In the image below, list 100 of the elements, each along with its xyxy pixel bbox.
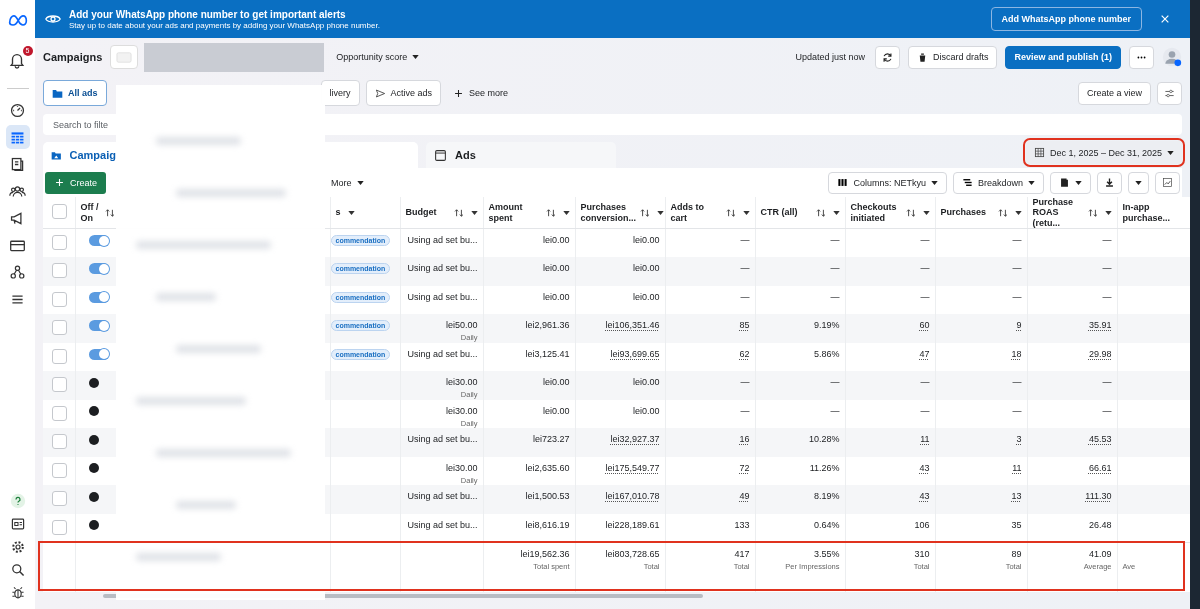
metric-value[interactable]: lei175,549.77 <box>580 462 660 474</box>
toggle-switch[interactable] <box>88 263 109 275</box>
level-tab[interactable]: Campaig <box>43 142 116 168</box>
metric-value[interactable]: 72 <box>670 462 750 474</box>
caret-icon[interactable] <box>657 210 664 215</box>
caret-icon[interactable] <box>562 210 570 215</box>
metric-value[interactable]: 43 <box>850 462 930 474</box>
row-checkbox[interactable] <box>52 462 67 478</box>
view-tab[interactable]: Active ads <box>365 80 442 106</box>
metric-value: — <box>829 291 840 303</box>
caret-icon[interactable] <box>1014 210 1022 215</box>
export-options-button[interactable] <box>1128 171 1149 194</box>
caret-icon[interactable] <box>922 210 930 215</box>
row-checkbox[interactable] <box>52 235 67 251</box>
search-field[interactable]: Search to filte <box>43 114 108 135</box>
newspaper-icon[interactable] <box>9 516 26 532</box>
row-checkbox[interactable] <box>52 263 67 279</box>
breakdown-dropdown[interactable]: Breakdown <box>952 171 1044 194</box>
help-icon[interactable] <box>9 493 26 509</box>
filter-settings-button[interactable] <box>1157 81 1182 105</box>
search-icon[interactable] <box>9 562 26 578</box>
caret-icon[interactable] <box>832 210 840 215</box>
toggle-switch[interactable] <box>88 291 109 303</box>
create-button[interactable]: Create <box>45 171 106 194</box>
metric-value[interactable]: 47 <box>850 348 930 360</box>
metric-value[interactable]: 62 <box>670 348 750 360</box>
column-header[interactable]: Amount spent <box>488 202 542 223</box>
select-all-checkbox[interactable] <box>52 204 67 219</box>
discard-drafts-button[interactable]: Discard drafts <box>907 45 998 69</box>
refresh-button[interactable] <box>874 45 900 69</box>
column-header[interactable]: Checkouts initiated <box>850 202 902 223</box>
toggle-switch[interactable] <box>88 235 109 247</box>
metric-value: 9.19% <box>812 320 840 332</box>
toggle-switch[interactable] <box>88 320 109 332</box>
caret-icon[interactable] <box>347 210 355 215</box>
bell-icon[interactable] <box>7 51 26 69</box>
metric-value: — <box>829 405 840 417</box>
sort-icon[interactable] <box>905 208 916 217</box>
toggle-switch[interactable] <box>88 348 109 360</box>
row-checkbox[interactable] <box>52 320 67 336</box>
add-whatsapp-button[interactable]: Add WhatsApp phone number <box>990 7 1142 31</box>
sort-icon[interactable] <box>104 208 115 217</box>
row-checkbox[interactable] <box>52 348 67 364</box>
chart-button[interactable] <box>1155 171 1180 194</box>
metric-value[interactable]: 18 <box>940 348 1022 360</box>
opportunity-score-dropdown[interactable]: Opportunity score <box>332 52 424 62</box>
row-checkbox[interactable] <box>52 291 67 307</box>
row-checkbox[interactable] <box>52 491 67 507</box>
sort-icon[interactable] <box>1087 208 1098 217</box>
view-tab[interactable]: All ads <box>43 80 107 106</box>
level-tab[interactable]: Ads <box>426 142 616 168</box>
sort-icon[interactable] <box>640 208 650 217</box>
date-range-picker[interactable]: Dec 1, 2025 – Dec 31, 2025 <box>1025 141 1182 164</box>
column-header[interactable]: CTR (all) <box>760 207 812 218</box>
settings-icon[interactable] <box>9 539 26 555</box>
caret-icon[interactable] <box>470 210 478 215</box>
row-checkbox[interactable] <box>52 519 67 535</box>
row-checkbox[interactable] <box>52 405 67 421</box>
see-more-button[interactable]: See more <box>449 87 513 99</box>
columns-dropdown[interactable]: Columns: NETkyu <box>828 171 947 194</box>
budget-value: lei30.00 <box>444 377 478 389</box>
bug-icon[interactable] <box>9 585 26 601</box>
table-icon[interactable] <box>5 125 30 149</box>
close-icon[interactable] <box>1160 14 1170 24</box>
metric-value[interactable]: 29.98 <box>1032 348 1112 360</box>
caret-icon <box>1028 180 1035 185</box>
row-checkbox[interactable] <box>52 377 67 393</box>
budget-value: lei50.00 <box>444 320 478 332</box>
caret-icon <box>1167 150 1174 155</box>
column-header[interactable]: s <box>335 207 341 218</box>
metric-value[interactable]: 66.61 <box>1032 462 1112 474</box>
sort-icon[interactable] <box>725 208 736 217</box>
column-header[interactable]: Purchases <box>940 207 994 218</box>
review-publish-button[interactable]: Review and publish (1) <box>1005 45 1121 69</box>
sort-icon[interactable] <box>815 208 826 217</box>
create-view-button[interactable]: Create a view <box>1077 81 1151 105</box>
caret-icon <box>1135 180 1142 185</box>
row-checkbox[interactable] <box>52 434 67 450</box>
metric-value[interactable]: lei93,699.65 <box>580 348 660 360</box>
export-button[interactable] <box>1097 171 1122 194</box>
metric-value[interactable]: 11 <box>940 462 1022 474</box>
column-header[interactable]: Purchases conversion... <box>580 202 636 223</box>
metric-value: — <box>739 263 750 275</box>
reports-dropdown[interactable] <box>1050 171 1091 194</box>
column-header[interactable]: Adds to cart <box>670 202 722 223</box>
sort-icon[interactable] <box>453 208 464 217</box>
avatar[interactable] <box>1162 47 1182 67</box>
sort-icon[interactable] <box>997 208 1008 217</box>
caret-icon[interactable] <box>1104 210 1112 215</box>
caret-icon[interactable] <box>742 210 750 215</box>
column-header[interactable]: In-app purchase... <box>1122 202 1185 223</box>
budget-value: lei30.00 <box>444 405 478 417</box>
metric-value: — <box>739 235 750 247</box>
column-header[interactable]: Budget <box>405 207 450 218</box>
more-dropdown[interactable]: More <box>327 177 368 188</box>
sort-icon[interactable] <box>545 208 556 217</box>
column-header[interactable]: Purchase ROAS (retu... <box>1032 197 1084 229</box>
metric-value: lei8,616.19 <box>524 519 570 531</box>
column-header[interactable]: Off / On <box>80 202 101 223</box>
total-value: 3.55% <box>812 548 840 560</box>
